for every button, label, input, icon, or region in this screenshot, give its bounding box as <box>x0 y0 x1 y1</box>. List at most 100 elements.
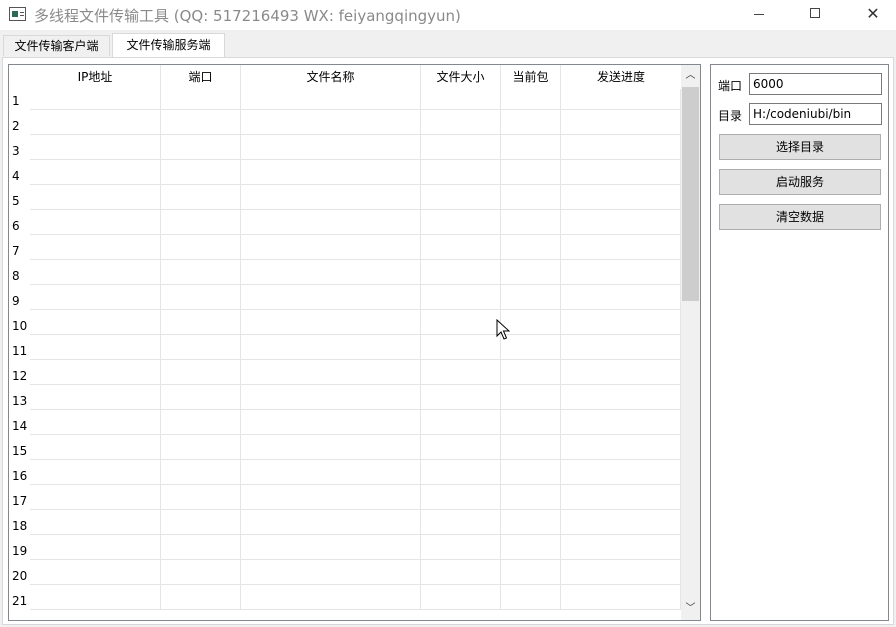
table-row[interactable]: 11 <box>9 335 681 360</box>
cell-current-packet[interactable] <box>501 210 561 235</box>
cell-current-packet[interactable] <box>501 485 561 510</box>
table-row[interactable]: 19 <box>9 535 681 560</box>
cell-current-packet[interactable] <box>501 510 561 535</box>
vertical-scrollbar[interactable]: ︿ ﹀ <box>681 65 700 620</box>
cell-filename[interactable] <box>241 285 421 310</box>
row-number[interactable]: 16 <box>9 460 30 485</box>
cell-ip[interactable] <box>30 160 161 185</box>
close-button[interactable]: ✕ <box>850 0 896 30</box>
cell-filesize[interactable] <box>421 560 501 585</box>
cell-ip[interactable] <box>30 235 161 260</box>
cell-filesize[interactable] <box>421 410 501 435</box>
row-number[interactable]: 8 <box>9 260 30 285</box>
table-row[interactable]: 15 <box>9 435 681 460</box>
cell-current-packet[interactable] <box>501 585 561 610</box>
cell-progress[interactable] <box>561 485 681 510</box>
cell-filename[interactable] <box>241 110 421 135</box>
row-number[interactable]: 5 <box>9 185 30 210</box>
cell-ip[interactable] <box>30 585 161 610</box>
cell-filename[interactable] <box>241 185 421 210</box>
row-number[interactable]: 12 <box>9 360 30 385</box>
cell-filename[interactable] <box>241 435 421 460</box>
minimize-button[interactable] <box>736 0 782 30</box>
table-row[interactable]: 8 <box>9 260 681 285</box>
cell-port[interactable] <box>161 335 241 360</box>
cell-filename[interactable] <box>241 310 421 335</box>
table-row[interactable]: 7 <box>9 235 681 260</box>
cell-progress[interactable] <box>561 560 681 585</box>
cell-ip[interactable] <box>30 435 161 460</box>
cell-port[interactable] <box>161 260 241 285</box>
cell-ip[interactable] <box>30 560 161 585</box>
cell-filename[interactable] <box>241 535 421 560</box>
cell-ip[interactable] <box>30 260 161 285</box>
column-header-current-packet[interactable]: 当前包 <box>501 65 561 89</box>
cell-progress[interactable] <box>561 135 681 160</box>
cell-port[interactable] <box>161 510 241 535</box>
row-number[interactable]: 11 <box>9 335 30 360</box>
row-number[interactable]: 3 <box>9 135 30 160</box>
cell-filesize[interactable] <box>421 335 501 360</box>
cell-current-packet[interactable] <box>501 360 561 385</box>
cell-current-packet[interactable] <box>501 110 561 135</box>
table-row[interactable]: 18 <box>9 510 681 535</box>
select-directory-button[interactable]: 选择目录 <box>719 134 881 160</box>
column-header-filename[interactable]: 文件名称 <box>241 65 421 89</box>
cell-ip[interactable] <box>30 360 161 385</box>
cell-progress[interactable] <box>561 585 681 610</box>
column-header-ip[interactable]: IP地址 <box>30 65 161 89</box>
cell-filesize[interactable] <box>421 135 501 160</box>
cell-filename[interactable] <box>241 585 421 610</box>
cell-current-packet[interactable] <box>501 260 561 285</box>
cell-port[interactable] <box>161 360 241 385</box>
cell-current-packet[interactable] <box>501 410 561 435</box>
start-service-button[interactable]: 启动服务 <box>719 169 881 195</box>
cell-port[interactable] <box>161 585 241 610</box>
tab-server[interactable]: 文件传输服务端 <box>112 33 225 58</box>
cell-current-packet[interactable] <box>501 460 561 485</box>
cell-progress[interactable] <box>561 160 681 185</box>
cell-ip[interactable] <box>30 285 161 310</box>
table-row[interactable]: 6 <box>9 210 681 235</box>
cell-ip[interactable] <box>30 110 161 135</box>
cell-current-packet[interactable] <box>501 535 561 560</box>
cell-current-packet[interactable] <box>501 310 561 335</box>
scroll-up-icon[interactable]: ︿ <box>681 65 700 87</box>
column-header-filesize[interactable]: 文件大小 <box>421 65 501 89</box>
cell-filename[interactable] <box>241 335 421 360</box>
cell-ip[interactable] <box>30 535 161 560</box>
cell-port[interactable] <box>161 560 241 585</box>
scroll-down-icon[interactable]: ﹀ <box>681 598 700 620</box>
cell-filesize[interactable] <box>421 285 501 310</box>
row-number[interactable]: 17 <box>9 485 30 510</box>
cell-filesize[interactable] <box>421 160 501 185</box>
cell-filesize[interactable] <box>421 585 501 610</box>
cell-filesize[interactable] <box>421 260 501 285</box>
cell-port[interactable] <box>161 535 241 560</box>
cell-progress[interactable] <box>561 110 681 135</box>
cell-filesize[interactable] <box>421 510 501 535</box>
table-row[interactable]: 16 <box>9 460 681 485</box>
cell-filename[interactable] <box>241 210 421 235</box>
column-header-progress[interactable]: 发送进度 <box>561 65 681 89</box>
row-number[interactable]: 14 <box>9 410 30 435</box>
cell-current-packet[interactable] <box>501 235 561 260</box>
transfer-table[interactable]: 1 2 3 4 5 6 7 8 9 10 11 12 13 14 15 16 17 18 19 20 21 IP地址 端… <box>8 64 701 621</box>
cell-port[interactable] <box>161 160 241 185</box>
maximize-button[interactable] <box>792 0 838 30</box>
cell-port[interactable] <box>161 435 241 460</box>
cell-port[interactable] <box>161 235 241 260</box>
table-row[interactable]: 14 <box>9 410 681 435</box>
cell-filesize[interactable] <box>421 385 501 410</box>
cell-progress[interactable] <box>561 410 681 435</box>
cell-current-packet[interactable] <box>501 435 561 460</box>
row-number[interactable]: 13 <box>9 385 30 410</box>
cell-filesize[interactable] <box>421 210 501 235</box>
cell-port[interactable] <box>161 185 241 210</box>
table-row[interactable]: 21 <box>9 585 681 610</box>
cell-ip[interactable] <box>30 510 161 535</box>
cell-filesize[interactable] <box>421 485 501 510</box>
cell-port[interactable] <box>161 310 241 335</box>
row-number[interactable]: 10 <box>9 310 30 335</box>
cell-progress[interactable] <box>561 385 681 410</box>
